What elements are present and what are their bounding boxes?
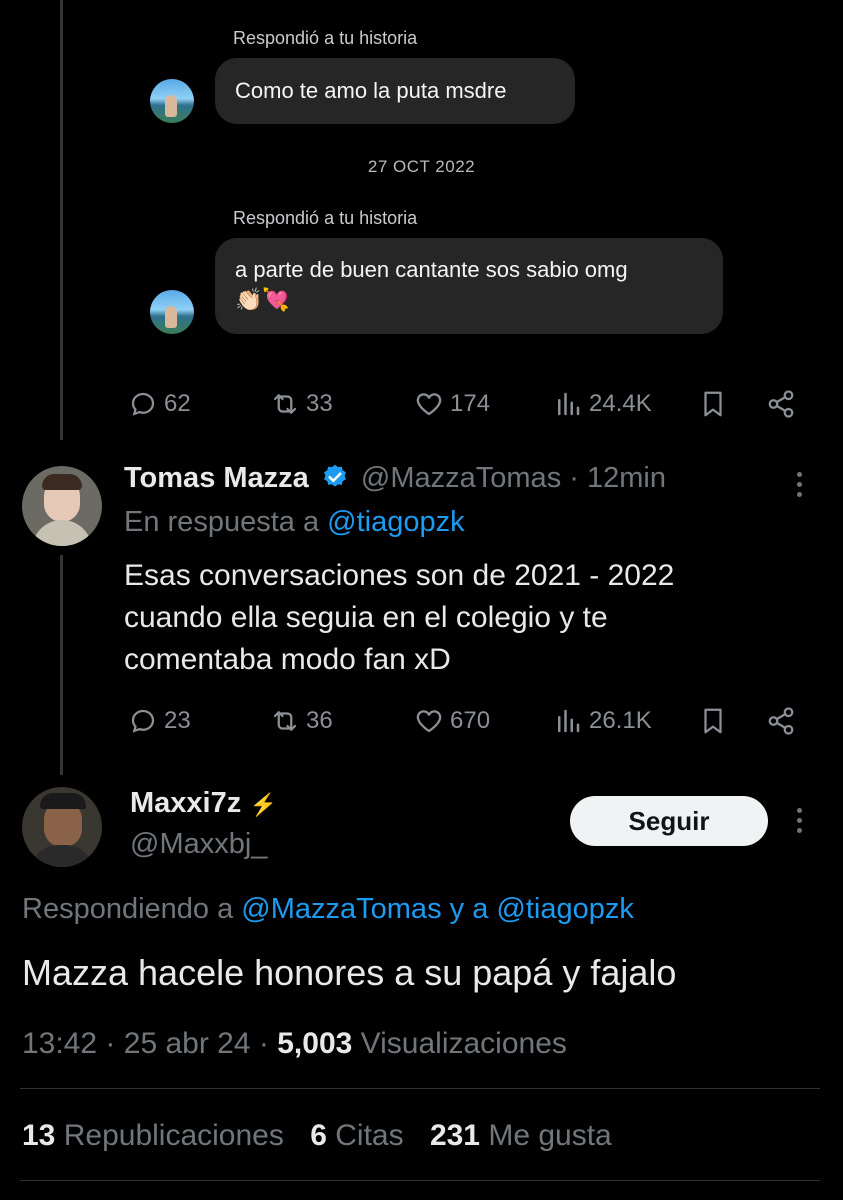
dm-reply-label: Respondió a tu historia	[233, 28, 418, 48]
share-button[interactable]	[766, 384, 796, 424]
tweet-text-line: cuando ella seguia en el colegio y te	[124, 601, 608, 634]
views-button[interactable]: 26.1K	[553, 701, 652, 741]
tweet-date[interactable]: 25 abr 24	[124, 1027, 251, 1060]
dm-sender-avatar	[150, 290, 194, 334]
tweet-actions-bar: 62 33 174 24.4K	[0, 384, 843, 424]
reply-icon	[131, 709, 155, 733]
quotes-label: Citas	[335, 1119, 404, 1152]
dm-message-bubble: a parte de buen cantante sos sabio omg 👏…	[215, 238, 723, 334]
author-avatar[interactable]	[22, 787, 102, 867]
engagement-stats: 13 Republicaciones 6 Citas 231 Me gusta	[22, 1119, 612, 1153]
replying-to: Respondiendo a @MazzaTomas y a @tiagopzk	[22, 893, 634, 926]
views-button[interactable]: 24.4K	[553, 384, 652, 424]
tweet-text-line: Esas conversaciones son de 2021 - 2022	[124, 559, 675, 592]
tweet-text: Esas conversaciones son de 2021 - 2022 c…	[124, 555, 674, 681]
replying-to-link[interactable]: @MazzaTomas	[241, 893, 441, 925]
reply-button[interactable]: 23	[128, 701, 191, 741]
replying-prefix: Respondiendo a	[22, 893, 234, 925]
tweet-text-line: comentaba modo fan xD	[124, 643, 451, 676]
views-count: 24.4K	[589, 390, 652, 417]
dm-sender-avatar	[150, 79, 194, 123]
reposts-count: 13	[22, 1119, 56, 1152]
author-avatar[interactable]	[22, 466, 102, 546]
name-suffix-emoji: ⚡	[249, 792, 278, 817]
tweet-time[interactable]: · 12min	[569, 462, 666, 494]
tweet-text: Mazza hacele honores a su papá y fajalo	[22, 952, 677, 993]
replying-connector: y a	[449, 893, 489, 925]
author-name[interactable]: Maxxi7z	[130, 787, 241, 819]
retweet-button[interactable]: 33	[270, 384, 333, 424]
dm-message-text: a parte de buen cantante sos sabio omg	[235, 257, 628, 282]
bookmark-icon	[704, 708, 722, 734]
more-options-icon[interactable]	[797, 808, 803, 838]
views-icon	[558, 709, 580, 733]
divider	[20, 1088, 820, 1089]
thread-connector-line	[60, 555, 63, 775]
dm-message-emoji: 👏🏻💘	[235, 287, 290, 312]
likes-label: Me gusta	[488, 1119, 612, 1152]
likes-stat[interactable]: 231 Me gusta	[430, 1119, 612, 1152]
retweet-button[interactable]: 36	[270, 701, 333, 741]
reply-prefix: En respuesta a	[124, 506, 320, 538]
tweet-meta: 13:42 · 25 abr 24 · 5,003 Visualizacione…	[22, 1027, 567, 1061]
reply-count: 62	[164, 390, 191, 417]
retweet-count: 36	[306, 707, 333, 734]
reposts-label: Republicaciones	[63, 1119, 284, 1152]
share-icon	[768, 390, 794, 418]
quotes-stat[interactable]: 6 Citas	[310, 1119, 412, 1152]
author-handle[interactable]: @MazzaTomas	[361, 462, 561, 494]
divider	[20, 1180, 820, 1181]
tweet-time[interactable]: 13:42	[22, 1027, 97, 1060]
share-button[interactable]	[766, 701, 796, 741]
thread-connector-line	[60, 0, 63, 440]
views-count: 5,003	[277, 1027, 353, 1060]
dm-date-separator: 27 OCT 2022	[367, 157, 476, 176]
follow-button[interactable]: Seguir	[570, 796, 768, 846]
dm-reply-label: Respondió a tu historia	[233, 208, 418, 228]
meta-separator: ·	[258, 1027, 269, 1060]
heart-icon	[416, 710, 442, 733]
reply-count: 23	[164, 707, 191, 734]
bookmark-button[interactable]	[698, 384, 728, 424]
quotes-count: 6	[310, 1119, 327, 1152]
heart-icon	[416, 393, 442, 416]
reposts-stat[interactable]: 13 Republicaciones	[22, 1119, 292, 1152]
reply-to-link[interactable]: @tiagopzk	[327, 506, 464, 538]
views-count: 26.1K	[589, 707, 652, 734]
bookmark-button[interactable]	[698, 701, 728, 741]
views-label: Visualizaciones	[360, 1027, 567, 1060]
reply-context: En respuesta a @tiagopzk	[124, 506, 465, 539]
retweet-icon	[273, 394, 297, 414]
share-icon	[768, 707, 794, 735]
tweet-actions-bar: 23 36 670 26.1K	[0, 701, 843, 741]
dm-message-text: Como te amo la puta msdre	[235, 78, 507, 103]
reply-icon	[131, 392, 155, 416]
meta-separator: ·	[105, 1027, 116, 1060]
verified-badge-icon	[323, 464, 346, 487]
likes-count: 231	[429, 1119, 480, 1152]
tweet-header: Tomas Mazza @MazzaTomas · 12min	[124, 462, 666, 495]
retweet-icon	[273, 711, 297, 731]
views-icon	[558, 392, 580, 416]
like-button[interactable]: 670	[414, 701, 490, 741]
like-count: 670	[450, 707, 491, 734]
reply-button[interactable]: 62	[128, 384, 191, 424]
replying-to-link[interactable]: @tiagopzk	[496, 893, 633, 925]
like-count: 174	[450, 390, 491, 417]
dm-message-bubble: Como te amo la puta msdre	[215, 58, 575, 124]
author-name[interactable]: Tomas Mazza	[124, 462, 309, 494]
tweet-header: Maxxi7z ⚡	[130, 787, 277, 820]
bookmark-icon	[704, 391, 722, 417]
like-button[interactable]: 174	[414, 384, 490, 424]
more-options-icon[interactable]	[797, 472, 803, 502]
author-handle[interactable]: @Maxxbj_	[130, 828, 267, 861]
retweet-count: 33	[306, 390, 333, 417]
